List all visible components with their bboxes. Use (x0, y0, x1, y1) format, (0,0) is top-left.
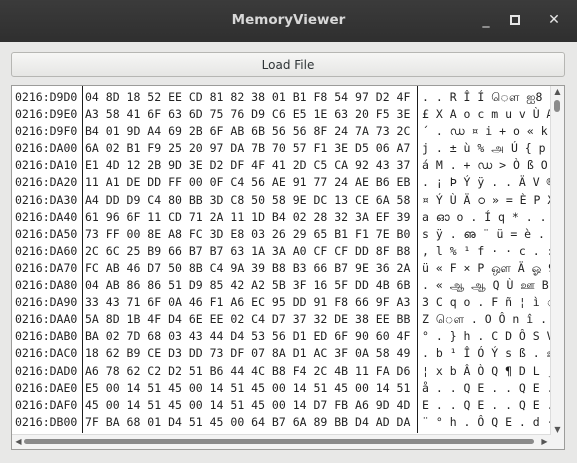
row-hex-bytes[interactable]: E1 4D 12 2B 9D 3E D2 DF 4F 41 2D C5 CA 9… (85, 157, 415, 174)
row-hex-bytes[interactable]: BA 02 7D 68 03 43 44 D4 53 56 D1 ED 6F 9… (85, 328, 415, 345)
vertical-scroll-thumb[interactable] (554, 100, 560, 112)
row-hex-bytes[interactable]: A3 58 41 6F 63 6D 75 76 D9 C6 E5 1E 63 2… (85, 106, 415, 123)
row-address: 0216:DB00 (15, 414, 78, 429)
scroll-corner (551, 435, 564, 449)
row-address: 0216:DAB0 (15, 329, 78, 344)
row-address: 0216:DA90 (15, 295, 78, 310)
row-ascii[interactable]: Z ௌ . O Ô n î . Ä × (422, 311, 552, 328)
row-hex-bytes[interactable]: B4 01 9D A4 69 2B 6F AB 6B 56 56 8F 24 7… (85, 123, 415, 140)
row-ascii[interactable]: £ X A o c m u v Ù Æ (422, 106, 552, 123)
row-ascii[interactable]: ¦ x b Â Ò Q ¶ D L ¸ (422, 363, 552, 380)
row-hex-bytes[interactable]: A4 DD D9 C4 80 BB 3D C8 50 58 9E DC 13 C… (85, 192, 415, 209)
horizontal-scrollbar[interactable]: ◀ ▶ (12, 434, 551, 449)
vertical-scrollbar[interactable]: ▲ ▼ (550, 86, 564, 435)
minimize-icon[interactable]: _ (476, 10, 496, 30)
row-hex-bytes[interactable]: A6 78 62 C2 D2 51 B6 44 4C B8 F4 2C 4B 1… (85, 363, 415, 380)
row-ascii[interactable]: 3 C q o . F ñ ¦ ì ௗ (422, 294, 552, 311)
row-ascii[interactable]: á M . + ഡ > Ò ß O A (422, 157, 552, 174)
address-separator (82, 86, 83, 433)
hex-viewer[interactable]: 0216:D9D0 04 8D 18 52 EE CD 81 82 38 01 B… (11, 85, 565, 450)
row-address: 0216:DAC0 (15, 346, 78, 361)
row-ascii[interactable]: ü « F × P ஔ Ä ஓ 9 ¸ (422, 260, 552, 277)
row-hex-bytes[interactable]: 2C 6C 25 B9 66 B7 B7 63 1A 3A A0 CF CF D… (85, 243, 415, 260)
row-address: 0216:DA30 (15, 192, 78, 207)
row-ascii[interactable]: ° . } h . C D Ô S V (422, 328, 552, 345)
row-address: 0216:DAF0 (15, 397, 78, 412)
maximize-icon[interactable] (505, 10, 525, 30)
ascii-separator (417, 86, 418, 433)
row-hex-bytes[interactable]: 5A 8D 1B 4F D4 6E EE 02 C4 D7 37 32 DE 3… (85, 311, 415, 328)
row-ascii[interactable]: , l % ¹ f · · c . : (422, 243, 552, 260)
row-hex-bytes[interactable]: 61 96 6F 11 CD 71 2A 11 1D B4 02 28 32 3… (85, 209, 415, 226)
row-ascii[interactable]: ¤ Ý Ù Ä ഠ » = È P X (422, 192, 552, 209)
row-address: 0216:DAE0 (15, 380, 78, 395)
scroll-down-icon[interactable]: ▼ (551, 425, 564, 434)
row-hex-bytes[interactable]: 04 8D 18 52 EE CD 81 82 38 01 B1 F8 54 9… (85, 89, 415, 106)
row-hex-bytes[interactable]: 45 00 14 51 45 00 14 51 45 00 14 D7 FB A… (85, 397, 415, 414)
row-hex-bytes[interactable]: 11 A1 DE DD FF 00 0F C4 56 AE 91 77 24 A… (85, 174, 415, 191)
row-address: 0216:DA70 (15, 260, 78, 275)
row-address: 0216:DA20 (15, 175, 78, 190)
row-address: 0216:DA40 (15, 209, 78, 224)
row-ascii[interactable]: . . R Î Í ௌ ஐ8 . ± (422, 89, 552, 106)
row-address: 0216:DA60 (15, 243, 78, 258)
row-ascii[interactable]: E . . Q E . . Q E . (422, 397, 552, 414)
row-ascii[interactable]: . ¡ Þ Ý ÿ . . Ä V ® (422, 174, 552, 191)
row-hex-bytes[interactable]: 18 62 B9 CE D3 DD 73 DF 07 8A D1 AC 3F 0… (85, 345, 415, 362)
scroll-right-icon[interactable]: ▶ (538, 437, 551, 446)
row-address: 0216:DA80 (15, 278, 78, 293)
row-address: 0216:DA50 (15, 226, 78, 241)
row-ascii[interactable]: s ÿ . ഌ ¨ ü = è . & (422, 226, 552, 243)
scroll-up-icon[interactable]: ▲ (551, 87, 564, 96)
row-hex-bytes[interactable]: E5 00 14 51 45 00 14 51 45 00 14 51 45 0… (85, 380, 415, 397)
row-hex-bytes[interactable]: 33 43 71 6F 0A 46 F1 A6 EC 95 DD 91 F8 6… (85, 294, 415, 311)
row-ascii[interactable]: å . . Q E . . Q E . (422, 380, 552, 397)
title-bar: MemoryViewer _ ✕ (0, 0, 577, 42)
row-address: 0216:D9D0 (15, 90, 78, 104)
row-ascii[interactable]: ¨ ° h . Ô Q E . d · (422, 414, 552, 431)
app-window: MemoryViewer _ ✕ Load File 0216:D9D0 04 8… (0, 0, 577, 463)
close-icon[interactable]: ✕ (544, 10, 564, 30)
row-address: 0216:DA10 (15, 158, 78, 173)
row-ascii[interactable]: j . ± ù % அ Ú { p (422, 140, 552, 157)
row-hex-bytes[interactable]: 7F BA 68 01 D4 51 45 00 64 B7 6A 89 BB D… (85, 414, 415, 431)
row-hex-bytes[interactable]: 6A 02 B1 F9 25 20 97 DA 7B 70 57 F1 3E D… (85, 140, 415, 157)
row-hex-bytes[interactable]: 04 AB 86 86 51 D9 85 42 A2 5B 3F 16 5F D… (85, 277, 415, 294)
row-address: 0216:DA00 (15, 141, 78, 156)
row-address: 0216:DAD0 (15, 363, 78, 378)
row-ascii[interactable]: a ഓ o . Í q * . . ´ (422, 209, 552, 226)
row-ascii[interactable]: . « ஆ ஆ Q Ù ஊ B ¢ [ (422, 277, 552, 294)
horizontal-scroll-thumb[interactable] (24, 439, 534, 444)
row-address: 0216:D9F0 (15, 124, 78, 139)
row-address: 0216:DAA0 (15, 312, 78, 327)
row-ascii[interactable]: ´ . ഡ ¤ i + o « k V (422, 123, 552, 140)
row-address: 0216:D9E0 (15, 107, 78, 122)
row-hex-bytes[interactable]: FC AB 46 D7 50 8B C4 9A 39 B8 B3 66 B7 9… (85, 260, 415, 277)
row-ascii[interactable]: . b ¹ Î Ó Ý s ß . ஊ (422, 345, 552, 362)
load-file-button[interactable]: Load File (11, 52, 565, 77)
row-hex-bytes[interactable]: 73 FF 00 8E A8 FC 3D E8 03 26 29 65 B1 F… (85, 226, 415, 243)
